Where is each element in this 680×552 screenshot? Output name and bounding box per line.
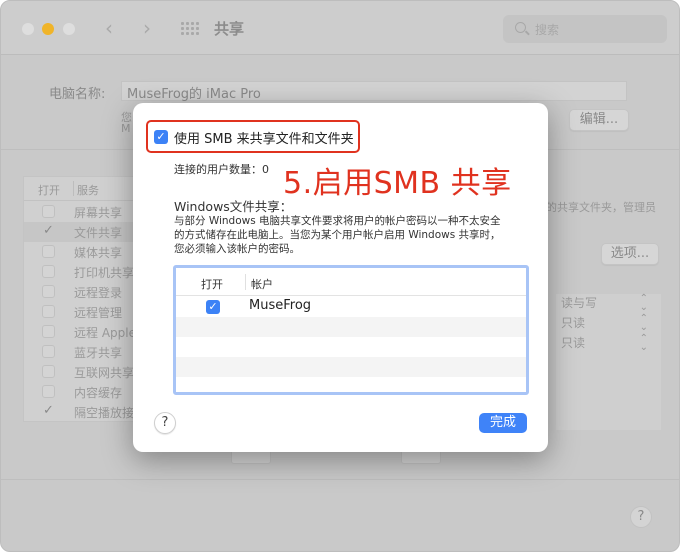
window-title: 共享 (214, 20, 245, 38)
service-label: 蓝牙共享 (74, 346, 123, 360)
service-label: 远程管理 (74, 306, 123, 320)
smb-checkbox[interactable]: ✓ (154, 130, 168, 144)
permissions-list: 读与写 ⌃ ⌄ 只读 ⌃ ⌄ 只读 ⌃ ⌄ (556, 294, 661, 430)
edit-button[interactable]: 编辑... (569, 109, 629, 131)
options-button[interactable]: 选项... (601, 243, 659, 265)
minimize-window-button[interactable] (42, 23, 54, 35)
service-label: 隔空播放接 (74, 406, 135, 420)
empty-table-row (176, 337, 526, 357)
permission-row[interactable]: 只读 ⌃ ⌄ (561, 334, 656, 353)
computer-name-subtext-2: M (121, 122, 131, 135)
service-checkbox[interactable] (42, 345, 55, 358)
column-header-open[interactable]: 打开 (38, 182, 60, 198)
title-bar: ‹ › 共享 搜索 (1, 1, 679, 55)
empty-table-row (176, 317, 526, 337)
service-label: 打印机共享 (74, 266, 135, 280)
smb-checkbox-label[interactable]: 使用 SMB 来共享文件和文件夹 (174, 128, 354, 147)
account-name: MuseFrog (249, 298, 312, 313)
stepper-icon[interactable]: ⌃ ⌄ (640, 334, 648, 353)
step-annotation: 5.启用SMB 共享 (283, 166, 512, 201)
service-label: 远程登录 (74, 286, 123, 300)
empty-table-row (176, 357, 526, 377)
stepper-icon[interactable]: ⌃ ⌄ (640, 294, 648, 313)
service-label: 互联网共享 (74, 366, 135, 380)
column-header-open[interactable]: 打开 (201, 276, 223, 292)
divider (1, 479, 679, 480)
file-sharing-description: 的共享文件夹，管理员 (546, 201, 656, 214)
accounts-table-header: 打开 帐户 (176, 268, 526, 296)
permission-row[interactable]: 读与写 ⌃ ⌄ (561, 294, 656, 313)
computer-name-field[interactable]: MuseFrog的 iMac Pro (121, 81, 627, 102)
service-checkbox[interactable] (42, 245, 55, 258)
permission-row[interactable]: 只读 ⌃ ⌄ (561, 314, 656, 333)
service-checkbox[interactable] (42, 205, 55, 218)
done-button[interactable]: 完成 (479, 413, 527, 433)
service-checkbox[interactable]: ✓ (42, 224, 55, 238)
smb-options-sheet: ✓ 使用 SMB 来共享文件和文件夹 连接的用户数量：0 5.启用SMB 共享 … (133, 103, 548, 452)
search-placeholder: 搜索 (535, 23, 560, 37)
column-header-account[interactable]: 帐户 (251, 276, 273, 292)
windows-sharing-description: 与部分 Windows 电脑共享文件要求将用户的帐户密码以一种不太安全的方式储存… (174, 215, 501, 255)
stepper-icon[interactable]: ⌃ ⌄ (640, 314, 648, 333)
sharing-preferences-window: ‹ › 共享 搜索 电脑名称: MuseFrog的 iMac Pro 您 M 编… (0, 0, 680, 552)
forward-button[interactable]: › (143, 16, 151, 40)
service-label: 屏幕共享 (74, 206, 123, 220)
service-label: 远程 Apple (74, 326, 136, 340)
service-checkbox[interactable] (42, 305, 55, 318)
show-all-grid-icon[interactable] (181, 22, 199, 36)
column-header-service[interactable]: 服务 (77, 182, 99, 198)
column-separator (245, 274, 246, 290)
help-button[interactable]: ? (630, 506, 652, 528)
permission-value: 只读 (561, 316, 586, 330)
service-checkbox[interactable] (42, 385, 55, 398)
close-window-button[interactable] (22, 23, 34, 35)
service-checkbox[interactable] (42, 365, 55, 378)
permission-value: 只读 (561, 336, 586, 350)
search-field[interactable]: 搜索 (503, 15, 667, 43)
sheet-help-button[interactable]: ? (154, 412, 176, 434)
column-separator (73, 181, 74, 196)
service-label: 媒体共享 (74, 246, 123, 260)
table-row[interactable]: ✓ MuseFrog (176, 297, 526, 317)
computer-name-label: 电脑名称: (49, 87, 106, 102)
service-checkbox[interactable]: ✓ (42, 404, 55, 418)
permission-value: 读与写 (561, 296, 598, 310)
service-label: 内容缓存 (74, 386, 123, 400)
service-checkbox[interactable] (42, 265, 55, 278)
zoom-window-button[interactable] (63, 23, 75, 35)
account-enable-checkbox[interactable]: ✓ (206, 300, 220, 314)
connected-users-count: 连接的用户数量：0 (174, 163, 269, 176)
service-checkbox[interactable] (42, 285, 55, 298)
windows-accounts-table: 打开 帐户 ✓ MuseFrog (173, 265, 529, 395)
back-button[interactable]: ‹ (105, 16, 113, 40)
service-label: 文件共享 (74, 226, 123, 240)
service-checkbox[interactable] (42, 325, 55, 338)
windows-sharing-title: Windows文件共享： (174, 199, 293, 214)
search-icon (515, 22, 526, 33)
